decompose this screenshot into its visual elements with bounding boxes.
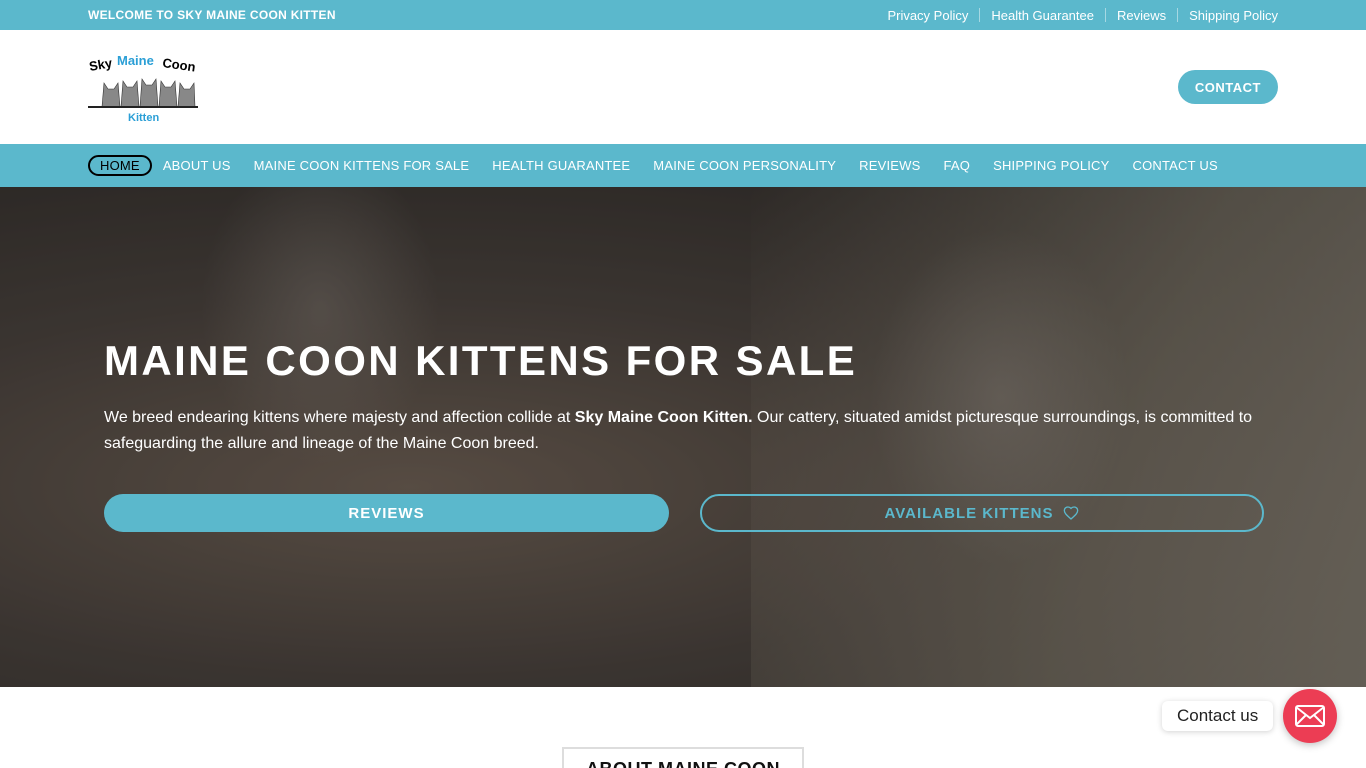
top-link-shipping-policy[interactable]: Shipping Policy xyxy=(1189,8,1278,23)
contact-us-label[interactable]: Contact us xyxy=(1162,701,1274,731)
svg-text:Kitten: Kitten xyxy=(128,112,159,124)
site-logo[interactable]: Sky Maine Coon Kitten xyxy=(88,49,198,125)
top-links: Privacy Policy Health Guarantee Reviews … xyxy=(887,8,1278,23)
welcome-text: WELCOME TO SKY MAINE COON KITTEN xyxy=(88,8,336,22)
heart-icon xyxy=(1064,506,1079,520)
nav-item-reviews[interactable]: REVIEWS xyxy=(859,158,920,173)
available-kittens-button[interactable]: AVAILABLE KITTENS xyxy=(700,494,1264,532)
floating-contact-button[interactable] xyxy=(1283,689,1337,743)
nav-item-personality[interactable]: MAINE COON PERSONALITY xyxy=(653,158,836,173)
reviews-button[interactable]: REVIEWS xyxy=(104,494,669,532)
nav-item-faq[interactable]: FAQ xyxy=(943,158,970,173)
top-link-privacy-policy[interactable]: Privacy Policy xyxy=(887,8,968,23)
hero-text-brand: Sky Maine Coon Kitten. xyxy=(574,409,753,426)
divider xyxy=(979,8,981,22)
hero-buttons: REVIEWS AVAILABLE KITTENS xyxy=(104,494,1264,532)
contact-button[interactable]: CONTACT xyxy=(1177,70,1278,104)
nav-item-shipping-policy[interactable]: SHIPPING POLICY xyxy=(993,158,1109,173)
nav-item-home[interactable]: HOME xyxy=(88,155,152,176)
nav-item-kittens-for-sale[interactable]: MAINE COON KITTENS FOR SALE xyxy=(254,158,470,173)
divider xyxy=(1104,8,1106,22)
site-header: Sky Maine Coon Kitten CONTACT xyxy=(0,30,1366,144)
top-bar: WELCOME TO SKY MAINE COON KITTEN Privacy… xyxy=(0,0,1366,30)
about-heading: ABOUT MAINE COON xyxy=(562,747,804,768)
hero-content: MAINE COON KITTENS FOR SALE We breed end… xyxy=(104,337,1264,532)
svg-text:Coon: Coon xyxy=(162,55,197,74)
top-link-health-guarantee[interactable]: Health Guarantee xyxy=(991,8,1094,23)
available-kittens-label: AVAILABLE KITTENS xyxy=(884,504,1054,522)
top-link-reviews[interactable]: Reviews xyxy=(1117,8,1166,23)
hero-text: We breed endearing kittens where majesty… xyxy=(104,409,1253,452)
svg-text:Maine: Maine xyxy=(117,53,154,68)
hero-title: MAINE COON KITTENS FOR SALE xyxy=(104,337,858,384)
svg-text:Sky: Sky xyxy=(88,55,114,74)
envelope-icon xyxy=(1295,705,1325,727)
nav-item-about-us[interactable]: ABOUT US xyxy=(163,158,231,173)
logo-image: Sky Maine Coon Kitten xyxy=(88,53,198,124)
divider xyxy=(1177,8,1179,22)
nav-item-contact-us[interactable]: CONTACT US xyxy=(1133,158,1218,173)
hero-banner: MAINE COON KITTENS FOR SALE We breed end… xyxy=(0,187,1366,687)
main-nav: HOME ABOUT US MAINE COON KITTENS FOR SAL… xyxy=(0,144,1366,187)
nav-item-health-guarantee[interactable]: HEALTH GUARANTEE xyxy=(492,158,630,173)
